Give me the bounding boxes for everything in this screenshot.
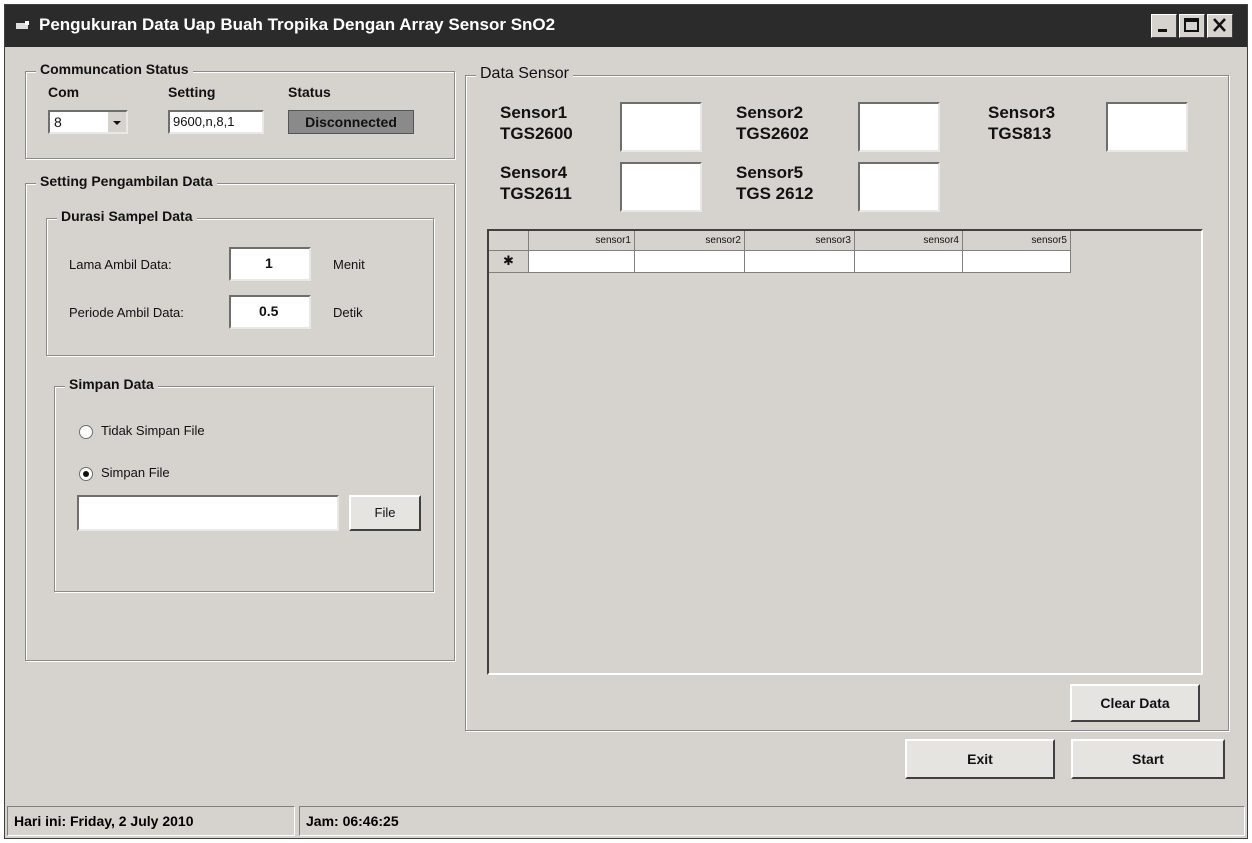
window-title: Pengukuran Data Uap Buah Tropika Dengan …: [39, 15, 556, 34]
sensor5-type: TGS 2612: [736, 184, 814, 203]
title-bar[interactable]: Pengukuran Data Uap Buah Tropika Dengan …: [5, 5, 1247, 47]
new-row-marker[interactable]: ✱: [489, 251, 529, 273]
setting-label: Setting: [168, 84, 216, 100]
periode-ambil-unit: Detik: [333, 305, 363, 320]
radio-simpan-file[interactable]: [79, 467, 93, 481]
sensor1-label: Sensor1 TGS2600: [500, 102, 573, 144]
sensor1-name: Sensor1: [500, 103, 568, 122]
sensor4-label: Sensor4 TGS2611: [500, 162, 572, 204]
durasi-frame: Durasi Sampel Data Lama Ambil Data: 1 Me…: [46, 208, 434, 356]
simpan-data-label: Simpan Data: [65, 376, 158, 392]
sensor3-value-box: [1106, 102, 1188, 152]
exit-button[interactable]: Exit: [905, 739, 1055, 779]
status-time: Jam: 06:46:25: [299, 806, 1245, 836]
start-button[interactable]: Start: [1071, 739, 1225, 779]
lama-ambil-label: Lama Ambil Data:: [69, 257, 172, 272]
sensor3-name: Sensor3: [988, 103, 1056, 122]
status-label: Status: [288, 84, 331, 100]
setting-pengambilan-frame: Setting Pengambilan Data Durasi Sampel D…: [25, 173, 455, 661]
minimize-icon: [1158, 29, 1167, 32]
communication-status-frame: Communcation Status Com Setting Status 8…: [25, 61, 455, 159]
grid-header-sensor3[interactable]: sensor3: [745, 231, 855, 251]
grid-cell-new-sensor3[interactable]: [745, 251, 855, 273]
sensor5-name: Sensor5: [736, 163, 804, 182]
grid-cell-new-sensor4[interactable]: [855, 251, 963, 273]
minimize-button[interactable]: [1151, 14, 1177, 38]
grid-header-sensor5[interactable]: sensor5: [963, 231, 1071, 251]
grid-header-sensor2[interactable]: sensor2: [635, 231, 745, 251]
status-bar: Hari ini: Friday, 2 July 2010 Jam: 06:46…: [5, 802, 1247, 838]
com-select[interactable]: 8: [48, 110, 128, 134]
dropdown-arrow-button[interactable]: [107, 112, 126, 132]
close-button[interactable]: [1207, 14, 1233, 38]
setting-field-value: 9600,n,8,1: [173, 114, 235, 129]
sensor5-value-box: [858, 162, 940, 212]
lama-ambil-value: 1: [265, 255, 273, 271]
data-sensor-label: Data Sensor: [476, 65, 573, 83]
data-grid[interactable]: sensor1 sensor2 sensor3 sensor4 sensor5 …: [487, 229, 1203, 675]
clear-data-button[interactable]: Clear Data: [1070, 684, 1200, 722]
chevron-down-icon: [113, 121, 121, 125]
grid-corner-cell: [489, 231, 529, 251]
main-window: Pengukuran Data Uap Buah Tropika Dengan …: [4, 4, 1248, 839]
grid-cell-new-sensor2[interactable]: [635, 251, 745, 273]
radio-simpan-file-label[interactable]: Simpan File: [101, 465, 170, 480]
grid-header-sensor4[interactable]: sensor4: [855, 231, 963, 251]
periode-ambil-input[interactable]: 0.5: [229, 295, 311, 329]
setting-field[interactable]: 9600,n,8,1: [168, 110, 264, 134]
app-icon: [15, 19, 31, 33]
file-button[interactable]: File: [349, 495, 421, 531]
grid-cell-new-sensor1[interactable]: [529, 251, 635, 273]
communication-status-label: Communcation Status: [36, 61, 193, 77]
maximize-icon: [1184, 18, 1199, 32]
radio-tidak-simpan-label[interactable]: Tidak Simpan File: [101, 423, 205, 438]
connection-status-badge: Disconnected: [288, 110, 414, 134]
sensor4-type: TGS2611: [500, 184, 572, 203]
lama-ambil-unit: Menit: [333, 257, 365, 272]
sensor3-label: Sensor3 TGS813: [988, 102, 1055, 144]
sensor2-name: Sensor2: [736, 103, 804, 122]
status-date: Hari ini: Friday, 2 July 2010: [7, 806, 295, 836]
sensor2-type: TGS2602: [736, 124, 809, 143]
com-label: Com: [48, 84, 80, 100]
periode-ambil-label: Periode Ambil Data:: [69, 305, 184, 320]
sensor3-type: TGS813: [988, 124, 1052, 143]
durasi-label: Durasi Sampel Data: [57, 208, 197, 224]
maximize-button[interactable]: [1179, 14, 1205, 38]
sensor5-label: Sensor5 TGS 2612: [736, 162, 814, 204]
close-icon: [1213, 18, 1226, 32]
com-select-value: 8: [54, 114, 62, 130]
radio-tidak-simpan[interactable]: [79, 425, 93, 439]
file-path-input[interactable]: [77, 495, 339, 531]
sensor2-value-box: [858, 102, 940, 152]
grid-cell-new-sensor5[interactable]: [963, 251, 1071, 273]
sensor1-type: TGS2600: [500, 124, 573, 143]
sensor4-name: Sensor4: [500, 163, 568, 182]
setting-pengambilan-label: Setting Pengambilan Data: [36, 173, 217, 189]
sensor1-value-box: [620, 102, 702, 152]
sensor4-value-box: [620, 162, 702, 212]
grid-header-sensor1[interactable]: sensor1: [529, 231, 635, 251]
sensor2-label: Sensor2 TGS2602: [736, 102, 809, 144]
periode-ambil-value: 0.5: [259, 303, 279, 319]
simpan-data-frame: Simpan Data Tidak Simpan File Simpan Fil…: [54, 376, 434, 592]
lama-ambil-input[interactable]: 1: [229, 247, 311, 281]
